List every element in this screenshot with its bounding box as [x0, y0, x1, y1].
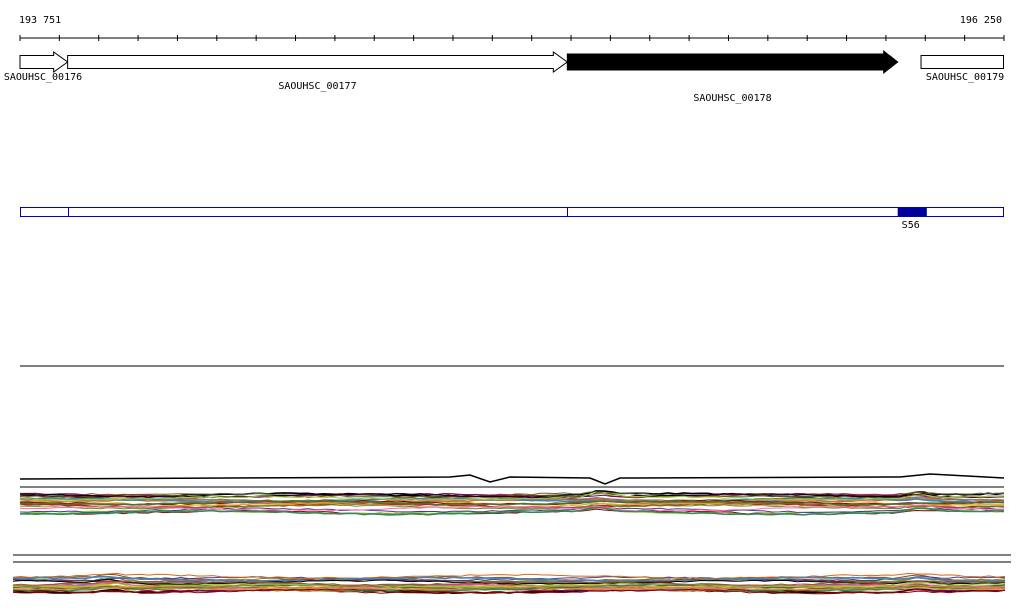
coverage-tracks-lower [12, 572, 1006, 595]
genome-browser: 193 751 196 250 SAOUHSC_00176SAOUHSC_001… [4, 15, 1011, 595]
gene-feature[interactable]: SAOUHSC_00178 [566, 49, 899, 104]
coordinate-ruler: 193 751 196 250 [19, 15, 1005, 41]
end-coordinate-label: 196 250 [960, 15, 1002, 26]
gene-arrow[interactable] [566, 49, 899, 75]
gene-feature[interactable]: SAOUHSC_00179 [920, 55, 1005, 84]
region-track: S56 [20, 207, 1004, 232]
gene-arrow[interactable] [19, 51, 69, 73]
gene-feature[interactable]: SAOUHSC_00177 [67, 51, 569, 92]
coverage-tracks-upper [19, 473, 1005, 516]
gene-label: SAOUHSC_00176 [4, 72, 82, 83]
coverage-line [19, 473, 1005, 485]
region-feature-label: S56 [902, 220, 920, 231]
gene-label: SAOUHSC_00179 [926, 72, 1004, 83]
region-feature-block[interactable] [897, 207, 927, 217]
gene-label: SAOUHSC_00177 [278, 81, 356, 92]
gene-arrow[interactable] [67, 51, 569, 73]
gene-label: SAOUHSC_00178 [693, 93, 771, 104]
gene-track: SAOUHSC_00176 SAOUHSC_00177 SAOUHSC_00178 S… [4, 49, 1005, 104]
region-feature[interactable]: S56 [897, 207, 927, 232]
start-coordinate-label: 193 751 [19, 15, 61, 26]
gene-arrow[interactable] [920, 55, 1005, 69]
region-bar [20, 207, 1004, 217]
